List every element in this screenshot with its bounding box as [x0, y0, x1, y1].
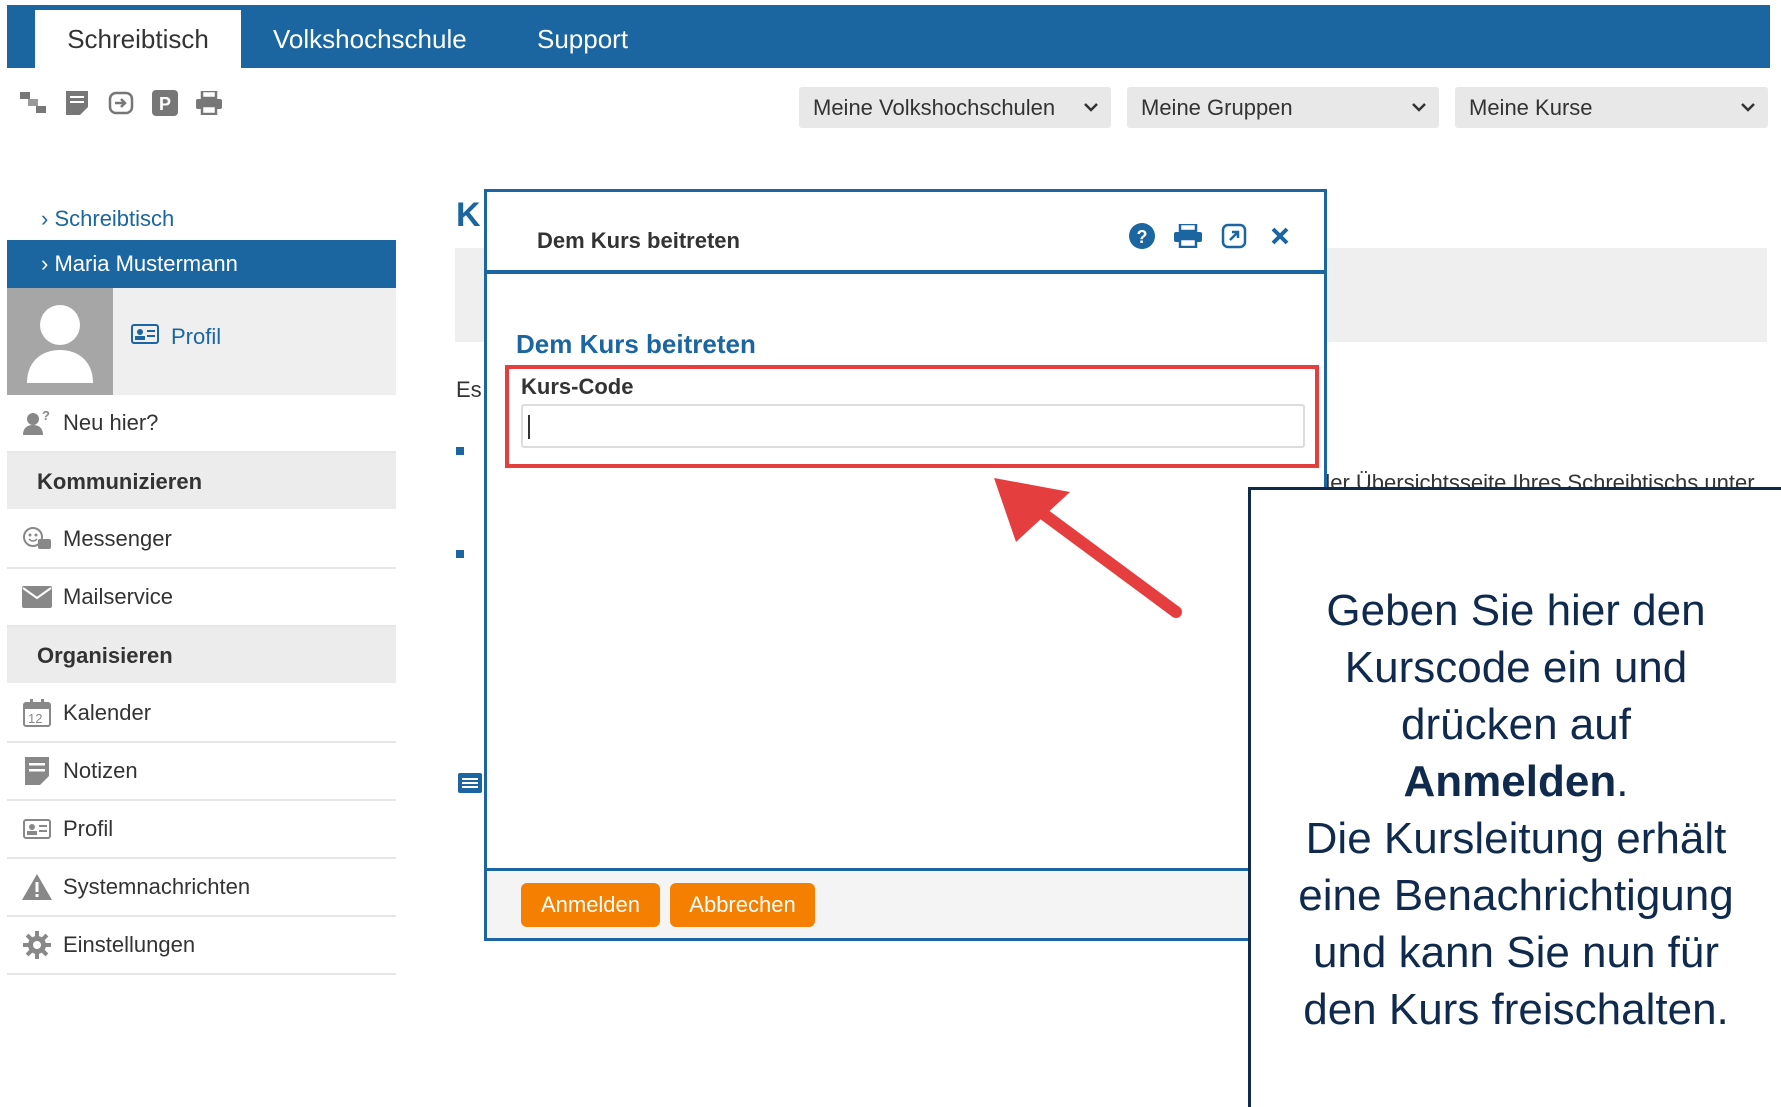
courses-dropdown-label: Meine Kurse — [1469, 95, 1593, 120]
toolbar: P — [18, 88, 224, 120]
chat-icon — [21, 526, 53, 552]
warning-icon — [21, 874, 53, 900]
id-card-icon — [21, 819, 53, 839]
sidebar-profile-label: Profil — [171, 324, 222, 349]
highlight-box — [505, 365, 1319, 468]
annotation-arrow — [994, 478, 1182, 618]
hierarchy-icon[interactable] — [18, 88, 48, 118]
tab-volkshochschule[interactable]: Volkshochschule — [245, 10, 495, 68]
sidebar: › Schreibtisch › Maria Mustermann Profil… — [7, 198, 396, 975]
callout-line: Die Kursleitung erhält — [1305, 814, 1727, 863]
sidebar-profile-card: Profil — [7, 288, 396, 395]
section-header-organisieren: Organisieren — [7, 627, 396, 685]
callout-line: Geben Sie hier den — [1326, 586, 1706, 635]
chevron-down-icon — [1411, 87, 1427, 141]
instruction-callout: Geben Sie hier den Kurscode ein und drüc… — [1248, 487, 1781, 1107]
close-icon[interactable] — [1266, 222, 1294, 250]
dialog-header: Dem Kurs beitreten ? — [487, 192, 1324, 274]
calendar-day: 12 — [28, 711, 42, 726]
user-question-icon: ? — [21, 410, 53, 436]
note-icon[interactable] — [62, 88, 92, 118]
top-nav: Schreibtisch Volkshochschule Support — [7, 5, 1770, 68]
sidebar-item-label: Neu hier? — [63, 410, 159, 435]
submit-button[interactable]: Anmelden — [521, 883, 660, 927]
callout-line: den Kurs freischalten. — [1303, 985, 1729, 1034]
sidebar-item-label: Notizen — [63, 758, 138, 783]
list-bullet — [456, 447, 464, 455]
sidebar-item-kalender[interactable]: 12 Kalender — [7, 685, 396, 743]
chevron-right-icon: › — [41, 251, 49, 276]
sidebar-user[interactable]: › Maria Mustermann — [7, 240, 396, 288]
tab-support[interactable]: Support — [509, 10, 656, 68]
section-header-kommunizieren: Kommunizieren — [7, 453, 396, 511]
courses-dropdown[interactable]: Meine Kurse — [1455, 87, 1768, 128]
calendar-icon: 12 — [21, 699, 53, 727]
sidebar-item-notizen[interactable]: Notizen — [7, 743, 396, 801]
callout-line: eine Benachrichtigung — [1298, 871, 1734, 920]
sidebar-item-label: Systemnachrichten — [63, 874, 251, 899]
sidebar-item-systemnachrichten[interactable]: Systemnachrichten — [7, 859, 396, 917]
dialog-heading: Dem Kurs beitreten — [516, 329, 756, 359]
callout-period: . — [1616, 757, 1629, 806]
callout-line: drücken auf — [1401, 700, 1631, 749]
help-icon[interactable]: ? — [1128, 222, 1156, 250]
login-icon[interactable] — [106, 88, 136, 118]
avatar — [7, 288, 113, 395]
svg-text:P: P — [159, 94, 171, 114]
groups-dropdown-label: Meine Gruppen — [1141, 95, 1293, 120]
join-course-dialog: Dem Kurs beitreten ? Dem Kurs beitreten … — [484, 189, 1327, 941]
callout-line: Anmelden. — [1251, 753, 1781, 810]
parking-icon[interactable]: P — [150, 88, 180, 118]
sidebar-item-einstellungen[interactable]: Einstellungen — [7, 917, 396, 975]
sidebar-item-profil[interactable]: Profil — [7, 801, 396, 859]
note-icon — [21, 757, 53, 785]
chevron-right-icon: › — [41, 206, 49, 231]
callout-line: und kann Sie nun für — [1312, 928, 1720, 977]
external-window-icon[interactable] — [1220, 222, 1248, 250]
dialog-title: Dem Kurs beitreten — [537, 228, 740, 253]
chevron-down-icon — [1083, 87, 1099, 141]
list-icon — [458, 773, 482, 798]
svg-text:?: ? — [1137, 227, 1148, 247]
chevron-down-icon — [1740, 87, 1756, 141]
sidebar-item-label: Mailservice — [63, 584, 174, 609]
intro-text-fragment: Es — [456, 377, 482, 402]
vhs-dropdown-label: Meine Volkshochschulen — [813, 95, 1056, 120]
callout-line: Kurscode ein und — [1344, 643, 1688, 692]
page-title-fragment: K — [456, 196, 481, 234]
vhs-dropdown[interactable]: Meine Volkshochschulen — [799, 87, 1111, 128]
sidebar-item-label: Einstellungen — [63, 932, 196, 957]
sidebar-user-name: Maria Mustermann — [54, 251, 238, 276]
sidebar-item-label: Messenger — [63, 526, 172, 551]
sidebar-item-label: Profil — [63, 816, 114, 841]
print-icon[interactable] — [1174, 222, 1202, 250]
cancel-button[interactable]: Abbrechen — [670, 883, 815, 927]
dialog-footer: Anmelden Abbrechen — [487, 868, 1324, 938]
sidebar-item-label: Kalender — [63, 700, 152, 725]
callout-bold: Anmelden — [1403, 757, 1617, 806]
sidebar-item-new-here[interactable]: ? Neu hier? — [7, 395, 396, 453]
sidebar-item-messenger[interactable]: Messenger — [7, 511, 396, 569]
sidebar-breadcrumb-schreibtisch[interactable]: › Schreibtisch — [7, 198, 396, 240]
sidebar-breadcrumb-label: Schreibtisch — [54, 206, 175, 231]
groups-dropdown[interactable]: Meine Gruppen — [1127, 87, 1439, 128]
sidebar-item-mailservice[interactable]: Mailservice — [7, 569, 396, 627]
print-icon[interactable] — [194, 88, 224, 118]
tab-schreibtisch[interactable]: Schreibtisch — [35, 10, 241, 68]
gear-icon — [21, 931, 53, 959]
sidebar-profile-link[interactable]: Profil — [131, 324, 221, 350]
dialog-header-icons: ? — [1128, 222, 1294, 250]
svg-text:?: ? — [42, 410, 50, 423]
envelope-icon — [21, 586, 53, 608]
id-card-icon — [131, 324, 159, 350]
list-bullet — [456, 550, 464, 558]
callout-text: Geben Sie hier den Kurscode ein und drüc… — [1251, 582, 1781, 1038]
